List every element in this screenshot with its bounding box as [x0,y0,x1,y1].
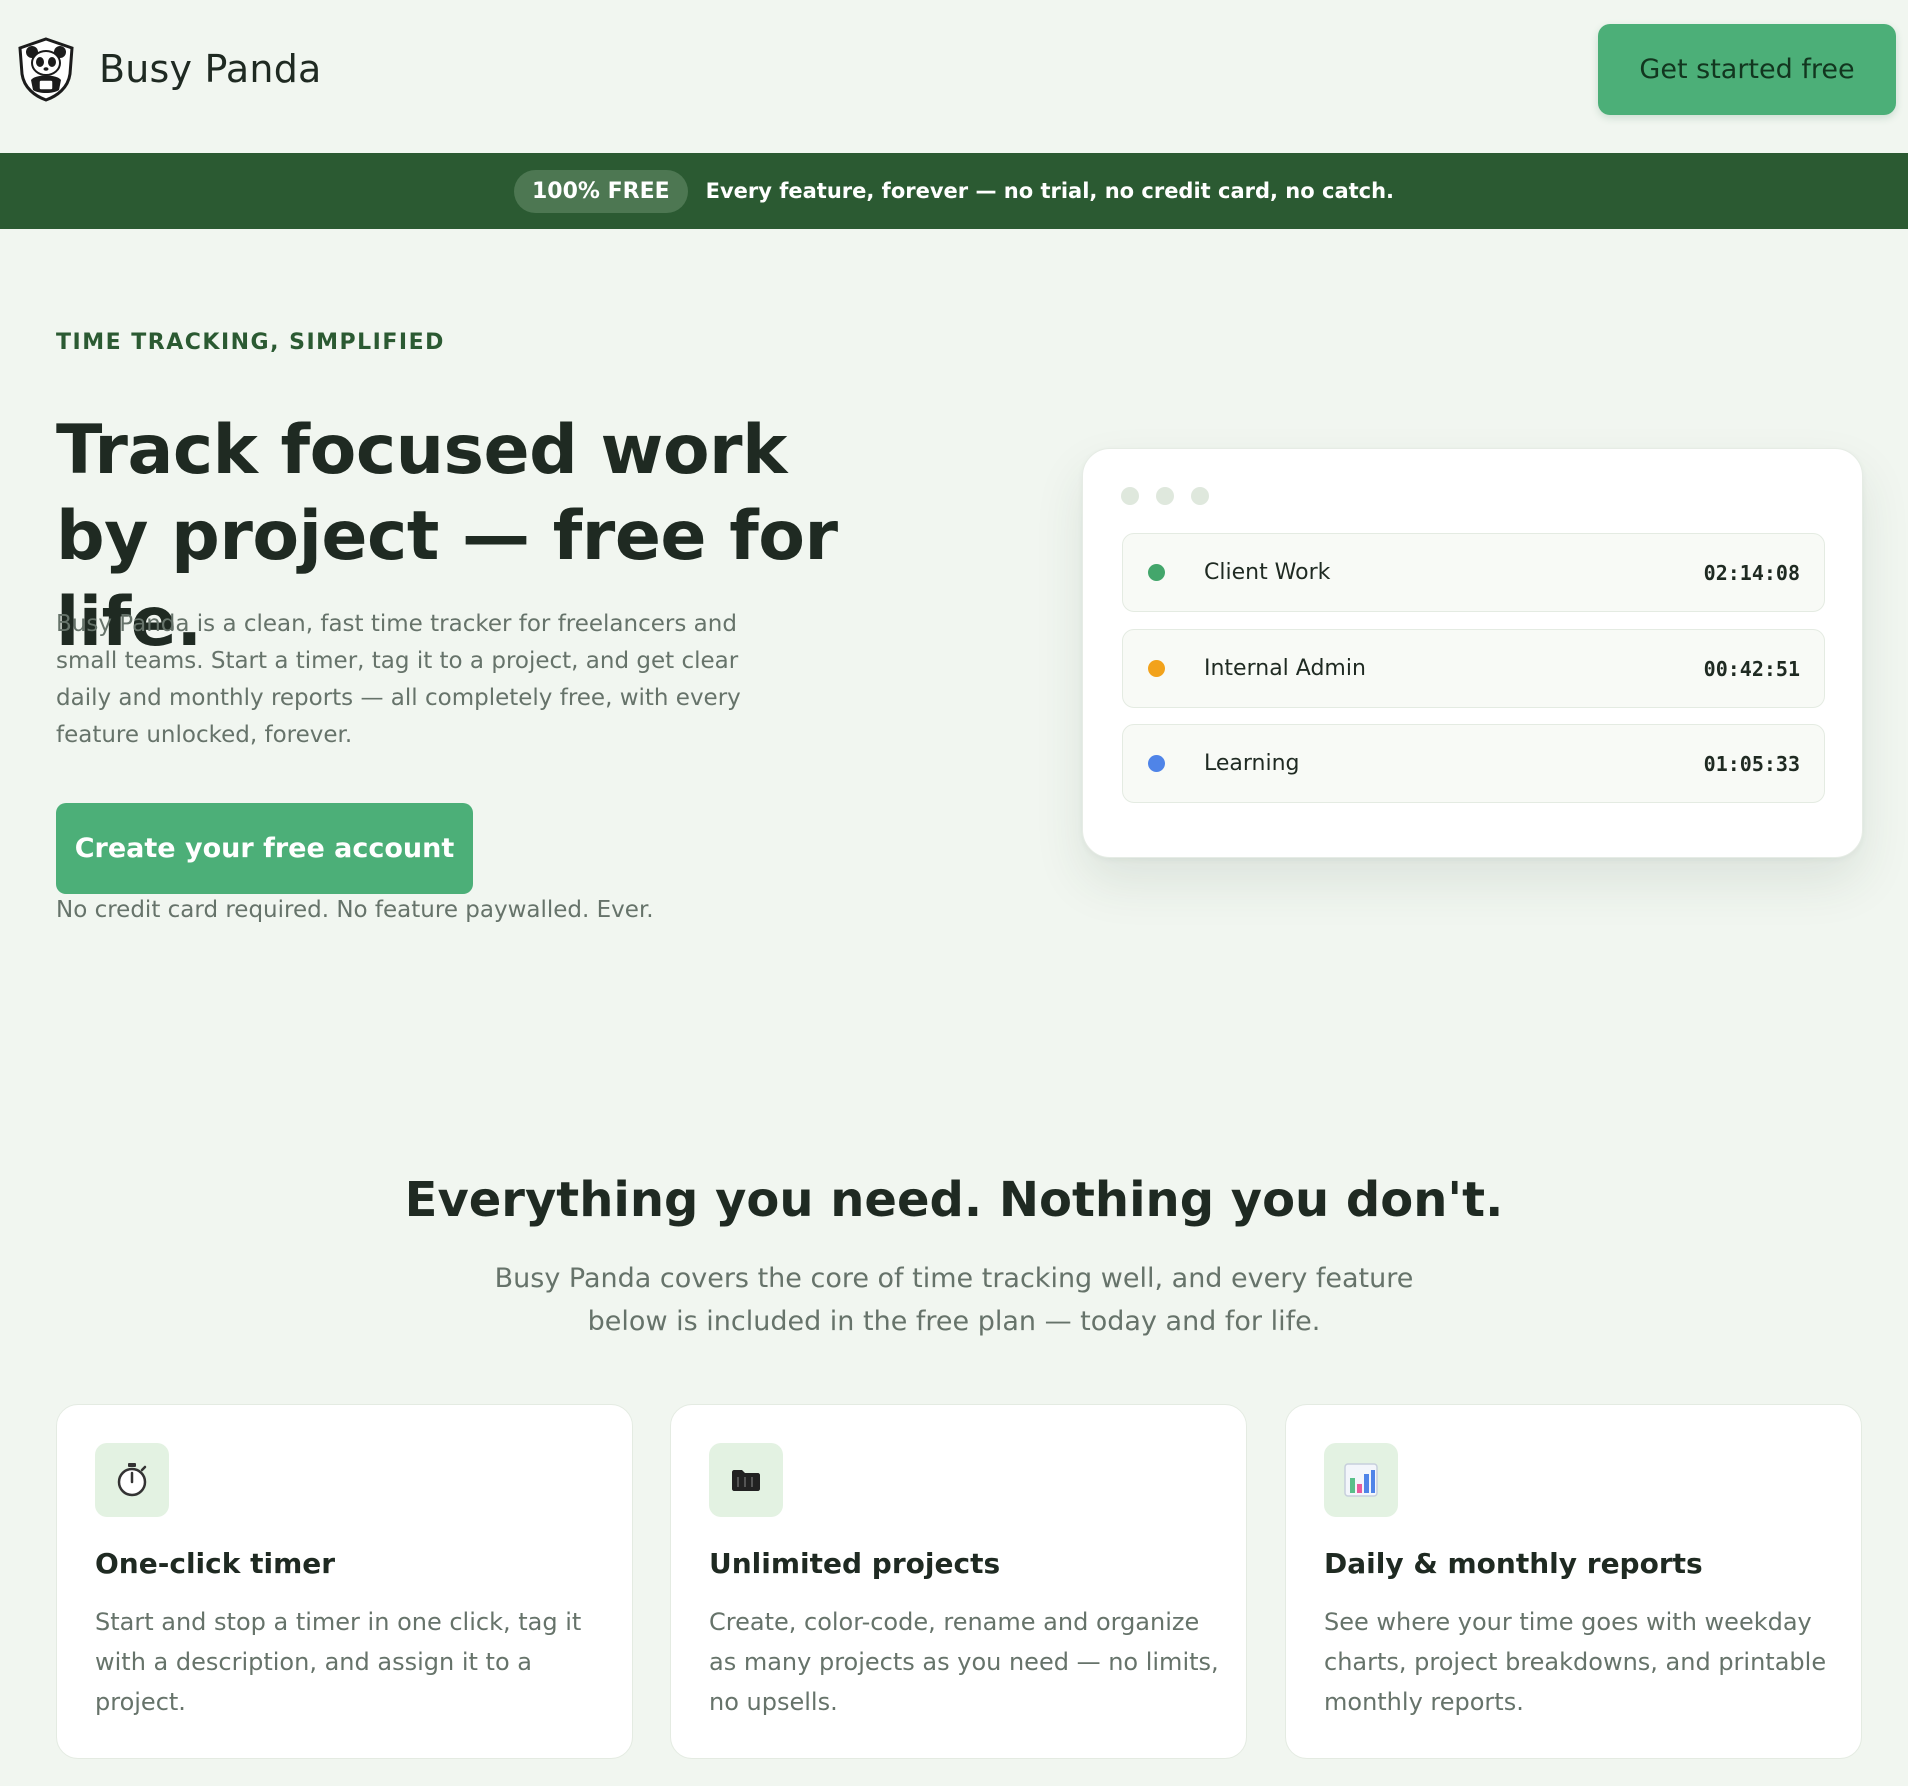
window-dot [1121,487,1139,505]
project-row: Learning 01:05:33 [1122,724,1825,803]
project-row: Internal Admin 00:42:51 [1122,629,1825,708]
brand-logo-link[interactable]: Busy Panda [15,36,322,102]
feature-title: One-click timer [95,1547,336,1580]
window-dot [1191,487,1209,505]
project-time: 02:14:08 [1703,560,1800,585]
timer-preview-window: Client Work 02:14:08 Internal Admin 00:4… [1082,448,1863,858]
features-title: Everything you need. Nothing you don't. [404,1172,1504,1228]
project-name: Internal Admin [1204,656,1366,681]
feature-title: Daily & monthly reports [1324,1547,1703,1580]
project-color-dot [1148,660,1165,677]
project-time: 01:05:33 [1703,751,1800,776]
feature-description: Create, color-code, rename and organize … [709,1608,1219,1716]
hero-note: No credit card required. No feature payw… [56,897,654,923]
banner-text: Every feature, forever — no trial, no cr… [705,179,1395,203]
folder-icon [709,1443,783,1517]
panda-shield-icon [18,37,74,102]
project-time: 00:42:51 [1703,656,1800,681]
project-name: Learning [1204,751,1300,776]
project-row: Client Work 02:14:08 [1122,533,1825,612]
project-color-dot [1148,564,1165,581]
feature-title: Unlimited projects [709,1547,1001,1580]
project-name: Client Work [1204,560,1331,585]
window-dots [1121,487,1226,505]
stopwatch-icon [95,1443,169,1517]
bar-chart-icon [1324,1443,1398,1517]
hero-description: Busy Panda is a clean, fast time tracker… [56,611,741,748]
window-dot [1156,487,1174,505]
free-banner: 100% FREE Every feature, forever — no tr… [0,153,1908,229]
feature-card-reports: Daily & monthly reports See where your t… [1285,1404,1862,1759]
feature-description: Start and stop a timer in one click, tag… [95,1608,582,1716]
feature-card-timer: One-click timer Start and stop a timer i… [56,1404,633,1759]
get-started-button[interactable]: Get started free [1598,24,1896,115]
feature-description: See where your time goes with weekday ch… [1324,1608,1827,1716]
brand-name: Busy Panda [99,47,322,91]
project-color-dot [1148,755,1165,772]
hero-eyebrow: TIME TRACKING, SIMPLIFIED [56,330,445,355]
feature-card-projects: Unlimited projects Create, color-code, r… [670,1404,1247,1759]
create-account-button[interactable]: Create your free account [56,803,473,894]
features-subtitle: Busy Panda covers the core of time track… [494,1263,1414,1337]
free-badge: 100% FREE [513,169,688,213]
site-header: Busy Panda Get started free [0,0,1908,153]
